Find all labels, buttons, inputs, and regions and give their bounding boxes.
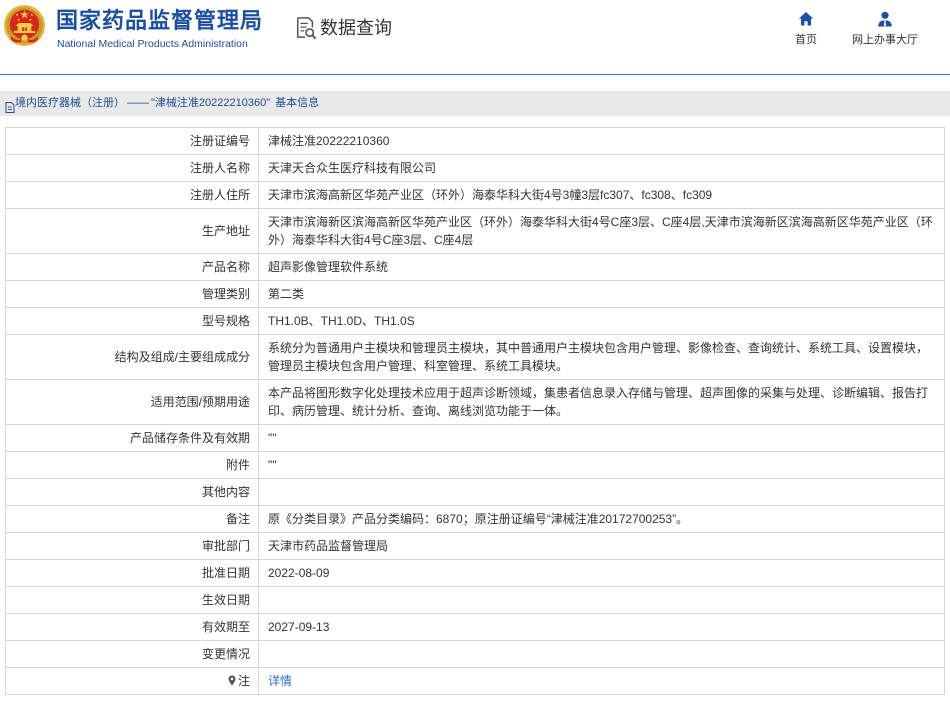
field-value: 超声影像管理软件系统: [258, 253, 945, 281]
field-label: 审批部门: [5, 532, 259, 560]
field-label: 管理类别: [5, 280, 259, 308]
breadcrumb-suffix: 基本信息: [275, 97, 320, 109]
page: 国家药品监督管理局 National Medical Products Admi…: [0, 0, 950, 705]
field-value: 津械注准20222210360: [258, 127, 945, 155]
info-row-structure-composition: 结构及组成/主要组成成分 系统分为普通用户主模块和管理员主模块，其中普通用户主模…: [5, 334, 945, 380]
field-label: 变更情况: [5, 640, 259, 668]
field-label: 有效期至: [5, 613, 259, 641]
header-divider: [0, 74, 950, 75]
field-value: 系统分为普通用户主模块和管理员主模块，其中普通用户主模块包含用户管理、影像检查、…: [258, 334, 945, 380]
field-value: 天津市滨海新区滨海高新区华苑产业区（环外）海泰华科大街4号C座3层、C座4层,天…: [258, 208, 945, 254]
info-row-registration-number: 注册证编号 津械注准20222210360: [5, 127, 945, 155]
field-label: 注册证编号: [5, 127, 259, 155]
info-row-storage-conditions: 产品储存条件及有效期 "": [5, 424, 945, 452]
document-icon: [5, 98, 15, 113]
field-label: 附件: [5, 451, 259, 479]
site-subtitle: National Medical Products Administration: [57, 38, 248, 50]
info-row-note: 注 详情: [5, 667, 945, 695]
info-row-effective-date: 生效日期: [5, 586, 945, 614]
field-value: 本产品将图形数字化处理技术应用于超声诊断领域，集患者信息录入存储与管理、超声图像…: [258, 379, 945, 425]
info-row-registrant-address: 注册人住所 天津市滨海高新区华苑产业区（环外）海泰华科大街4号3幢3层fc307…: [5, 181, 945, 209]
field-value: 详情: [258, 667, 945, 695]
national-emblem-icon[interactable]: [3, 4, 46, 47]
info-row-approval-department: 审批部门 天津市药品监督管理局: [5, 532, 945, 560]
field-value: 天津市药品监督管理局: [258, 532, 945, 560]
field-label: 注册人名称: [5, 154, 259, 182]
info-row-production-address: 生产地址 天津市滨海新区滨海高新区华苑产业区（环外）海泰华科大街4号C座3层、C…: [5, 208, 945, 254]
info-row-intended-use: 适用范围/预期用途 本产品将图形数字化处理技术应用于超声诊断领域，集患者信息录入…: [5, 379, 945, 425]
field-value: 2022-08-09: [258, 559, 945, 587]
field-label: 生效日期: [5, 586, 259, 614]
field-label: 结构及组成/主要组成成分: [5, 334, 259, 380]
section-title: 数据查询: [320, 18, 392, 38]
site-title: 国家药品监督管理局: [56, 8, 264, 33]
field-label: 批准日期: [5, 559, 259, 587]
field-value: 天津天合众生医疗科技有限公司: [258, 154, 945, 182]
field-value: 天津市滨海高新区华苑产业区（环外）海泰华科大街4号3幢3层fc307、fc308…: [258, 181, 945, 209]
nav-online-service-hall[interactable]: 网上办事大厅: [845, 11, 925, 51]
field-value: [258, 478, 945, 506]
details-link[interactable]: 详情: [268, 674, 292, 688]
info-row-registrant-name: 注册人名称 天津天合众生医疗科技有限公司: [5, 154, 945, 182]
registration-detail-table: 注册证编号 津械注准20222210360 注册人名称 天津天合众生医疗科技有限…: [5, 127, 945, 695]
field-label: 产品储存条件及有效期: [5, 424, 259, 452]
home-icon: [798, 11, 814, 27]
field-value: "": [258, 451, 945, 479]
breadcrumb-category-link[interactable]: 境内医疗器械（注册）: [15, 97, 125, 109]
info-row-expiry-date: 有效期至 2027-09-13: [5, 613, 945, 641]
field-value: 2027-09-13: [258, 613, 945, 641]
field-value: "": [258, 424, 945, 452]
field-label: 注: [5, 667, 259, 695]
info-row-product-name: 产品名称 超声影像管理软件系统: [5, 253, 945, 281]
data-query-icon: [295, 16, 317, 40]
info-row-management-category: 管理类别 第二类: [5, 280, 945, 308]
field-value: 原《分类目录》产品分类编码：6870；原注册证编号“津械注准2017270025…: [258, 505, 945, 533]
breadcrumb-trail: 境内医疗器械（注册） —— "津械注准20222210360" 基本信息: [15, 91, 319, 116]
info-row-other-content: 其他内容: [5, 478, 945, 506]
info-row-change-history: 变更情况: [5, 640, 945, 668]
field-label: 型号规格: [5, 307, 259, 335]
field-label: 产品名称: [5, 253, 259, 281]
info-row-model-spec: 型号规格 TH1.0B、TH1.0D、TH1.0S: [5, 307, 945, 335]
breadcrumb-separator: ——: [127, 97, 149, 109]
note-label: 注: [237, 674, 250, 688]
user-icon: [877, 11, 893, 27]
nav-home-label: 首页: [795, 34, 817, 46]
breadcrumb: 境内医疗器械（注册） —— "津械注准20222210360" 基本信息: [0, 91, 950, 116]
field-value: 第二类: [258, 280, 945, 308]
field-label: 注册人住所: [5, 181, 259, 209]
field-label: 其他内容: [5, 478, 259, 506]
site-header: 国家药品监督管理局 National Medical Products Admi…: [0, 0, 950, 74]
pin-icon: [228, 673, 236, 686]
nav-home[interactable]: 首页: [766, 11, 846, 51]
field-label: 生产地址: [5, 208, 259, 254]
nav-online-service-hall-label: 网上办事大厅: [852, 34, 918, 46]
info-row-attachments: 附件 "": [5, 451, 945, 479]
field-label: 备注: [5, 505, 259, 533]
field-value: [258, 640, 945, 668]
field-value: TH1.0B、TH1.0D、TH1.0S: [258, 307, 945, 335]
info-row-approval-date: 批准日期 2022-08-09: [5, 559, 945, 587]
field-value: [258, 586, 945, 614]
field-label: 适用范围/预期用途: [5, 379, 259, 425]
breadcrumb-record: "津械注准20222210360": [151, 97, 271, 109]
info-row-remarks: 备注 原《分类目录》产品分类编码：6870；原注册证编号“津械注准2017270…: [5, 505, 945, 533]
